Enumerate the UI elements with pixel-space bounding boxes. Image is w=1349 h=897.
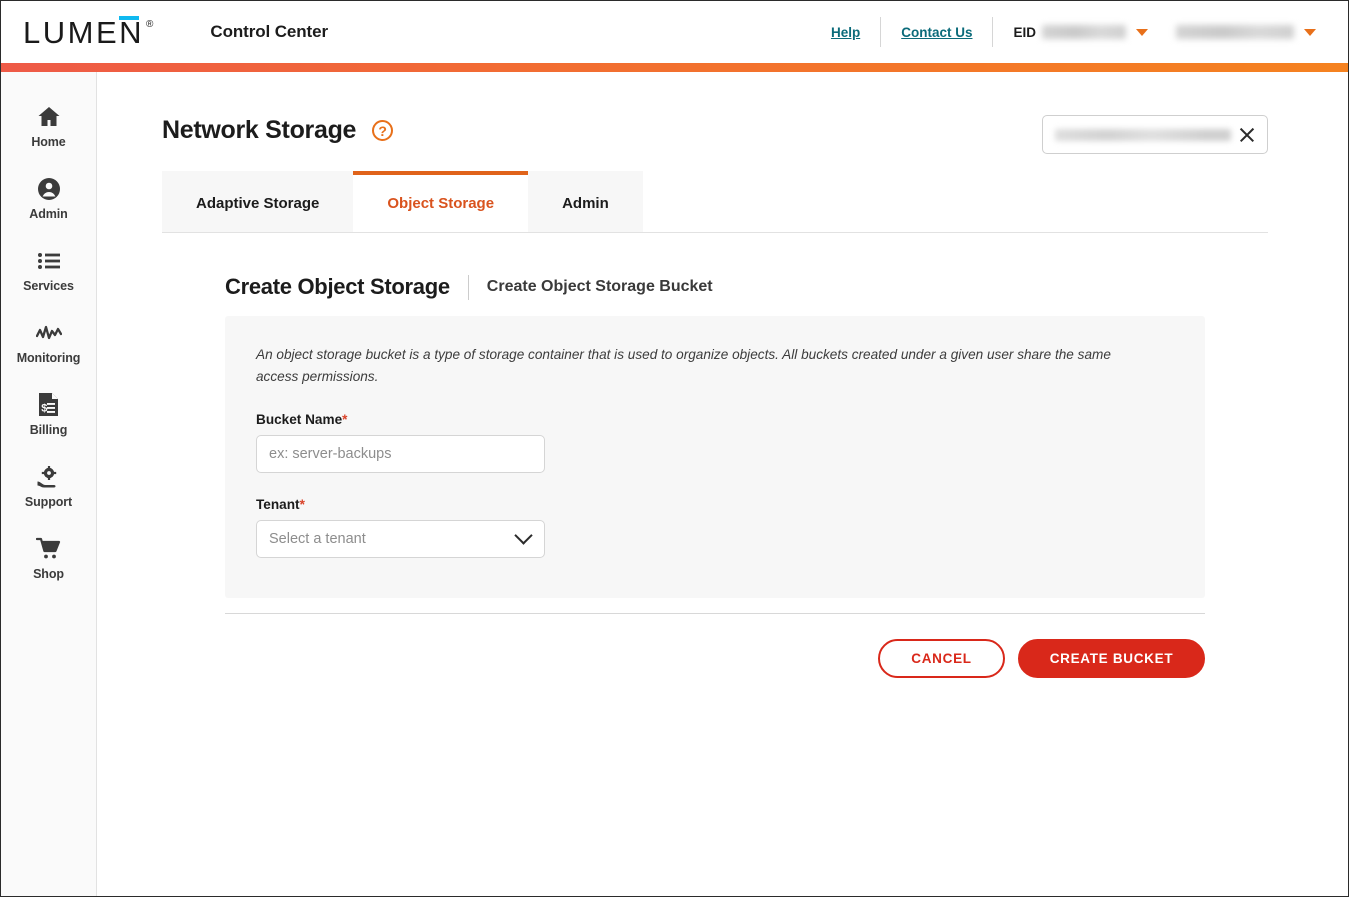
required-marker: * (299, 496, 305, 512)
sidebar-item-label: Shop (33, 566, 64, 581)
sidebar-item-label: Admin (29, 206, 68, 221)
support-hand-gear-icon (36, 464, 62, 490)
tab-object-storage[interactable]: Object Storage (353, 171, 529, 232)
app-title: Control Center (210, 22, 328, 41)
tab-label: Adaptive Storage (196, 195, 320, 212)
question-mark-circle-icon[interactable]: ? (372, 120, 394, 141)
bucket-name-input[interactable] (256, 434, 545, 473)
sidebar-item-billing[interactable]: $ Billing (1, 378, 96, 450)
bucket-name-label-text: Bucket Name (256, 411, 343, 427)
tab-admin[interactable]: Admin (528, 171, 643, 232)
eid-value-redacted (1042, 25, 1126, 39)
sidebar-item-admin[interactable]: Admin (1, 162, 96, 234)
create-bucket-button[interactable]: CREATE BUCKET (1018, 639, 1205, 678)
help-link[interactable]: Help (817, 25, 874, 40)
tab-adaptive-storage[interactable]: Adaptive Storage (162, 171, 354, 232)
eid-selector[interactable]: EID (999, 25, 1148, 40)
bucket-name-label: Bucket Name* (256, 412, 1205, 427)
header-divider (880, 17, 882, 47)
section-subtitle: Create Object Storage Bucket (486, 278, 713, 295)
close-icon[interactable] (1237, 125, 1257, 145)
top-header: LUMEN ® Control Center Help Contact Us E… (1, 1, 1348, 63)
list-icon (37, 248, 61, 274)
tenant-field-group: Tenant* Select a tenant (256, 497, 1205, 558)
chevron-down-icon (1304, 28, 1316, 36)
activity-icon (35, 320, 62, 346)
page-header: Network Storage ? (162, 116, 394, 145)
contact-us-link[interactable]: Contact Us (887, 25, 986, 40)
tenant-select-value: Select a tenant (269, 530, 366, 547)
form-actions: CANCEL CREATE BUCKET (878, 639, 1205, 678)
sidebar-item-label: Support (24, 494, 73, 509)
sidebar-item-monitoring[interactable]: Monitoring (1, 306, 96, 378)
lumen-logo[interactable]: LUMEN ® (23, 14, 154, 50)
section-header: Create Object Storage Create Object Stor… (225, 274, 713, 300)
logo-text: LUMEN (23, 14, 145, 50)
tab-label: Admin (562, 195, 609, 212)
tab-bar: Adaptive Storage Object Storage Admin (162, 171, 643, 232)
app-window: LUMEN ® Control Center Help Contact Us E… (0, 0, 1349, 897)
form-description: An object storage bucket is a type of st… (256, 347, 1111, 384)
bucket-name-field-group: Bucket Name* (256, 412, 1205, 473)
sidebar: Home Admin Services Monitoring $ Billing… (1, 72, 97, 896)
account-value-redacted (1176, 25, 1294, 39)
chevron-down-icon (514, 526, 533, 545)
page-title: Network Storage (162, 116, 357, 144)
section-title: Create Object Storage (225, 274, 450, 299)
sidebar-item-shop[interactable]: Shop (1, 522, 96, 594)
invoice-icon: $ (38, 392, 59, 418)
tenant-label: Tenant* (256, 497, 1205, 512)
sidebar-item-home[interactable]: Home (1, 90, 96, 162)
sidebar-item-support[interactable]: Support (1, 450, 96, 522)
cancel-button[interactable]: CANCEL (878, 639, 1005, 678)
logo-registered-mark: ® (146, 18, 154, 30)
tab-label: Object Storage (387, 195, 495, 212)
account-selector[interactable] (1170, 25, 1316, 39)
chevron-down-icon (1136, 28, 1148, 36)
shopping-cart-icon (35, 536, 62, 562)
footer-divider (225, 613, 1205, 614)
home-icon (37, 104, 61, 130)
tab-bar-underline (162, 232, 1268, 233)
user-circle-icon (37, 176, 61, 202)
eid-label: EID (1013, 24, 1036, 40)
search-value-redacted (1055, 128, 1231, 141)
required-marker: * (342, 411, 348, 427)
sidebar-item-services[interactable]: Services (1, 234, 96, 306)
header-divider (992, 17, 994, 47)
section-divider (467, 274, 469, 300)
sidebar-item-label: Monitoring (16, 350, 81, 365)
logo-blue-bar-icon (119, 15, 139, 20)
sidebar-item-label: Services (23, 278, 74, 293)
sidebar-item-label: Home (31, 134, 66, 149)
brand-gradient-bar (1, 63, 1348, 72)
create-bucket-form-panel: An object storage bucket is a type of st… (225, 316, 1205, 598)
svg-text:$: $ (41, 403, 47, 415)
header-right-group: Help Contact Us EID (817, 1, 1316, 63)
account-search-input[interactable] (1042, 115, 1268, 154)
tenant-select[interactable]: Select a tenant (256, 519, 545, 558)
sidebar-item-label: Billing (29, 422, 68, 437)
tenant-label-text: Tenant (256, 496, 300, 512)
main-content: Network Storage ? Adaptive Storage Objec… (98, 72, 1348, 896)
